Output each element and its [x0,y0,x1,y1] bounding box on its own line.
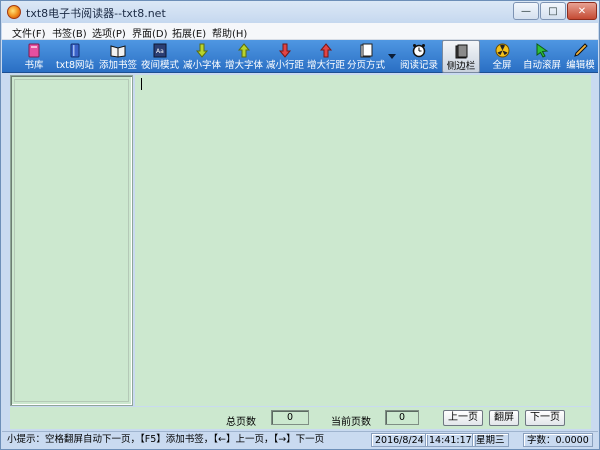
toolbar: 书库 txt8网站 添加书签 Aa 夜间模式 减小字体 增大字体 减小行距 增大 [2,40,598,73]
sidebar-toggle-label: 侧边栏 [446,61,476,72]
website-button[interactable]: txt8网站 [54,40,96,73]
close-icon: ✕ [577,5,587,17]
current-page-label: 当前页数 [331,417,371,428]
app-logo-icon [7,5,21,19]
decrease-font-label: 减小字体 [182,60,221,71]
maximize-icon: □ [548,5,558,17]
close-button[interactable]: ✕ [567,2,597,20]
status-time: 14:41:17 [425,433,476,447]
decrease-spacing-icon [277,42,293,59]
fullscreen-button[interactable]: 全屏 [487,40,517,73]
books-icon [26,42,42,59]
increase-font-icon [236,42,252,59]
library-label: 书库 [24,60,44,71]
svg-text:Aa: Aa [156,48,164,55]
auto-scroll-icon [534,42,550,59]
edit-pen-icon [573,42,589,59]
auto-scroll-label: 自动滚屏 [522,60,561,71]
menu-help[interactable]: 帮助(H) [212,25,247,40]
increase-spacing-icon [318,42,334,59]
current-page-value: 0 [385,410,419,425]
fullscreen-label: 全屏 [492,60,512,71]
add-bookmark-button[interactable]: 添加书签 [98,40,138,73]
paging-dropdown-icon[interactable] [388,54,396,59]
website-icon [67,42,83,59]
sidebar-icon [453,43,469,60]
reading-history-button[interactable]: 阅读记录 [399,40,439,73]
status-char-count: 字数：0.0000 [523,433,593,447]
flip-screen-button[interactable]: 翻屏 [489,410,519,426]
paging-mode-button[interactable]: 分页方式 [346,40,386,73]
increase-spacing-button[interactable]: 增大行距 [306,40,346,73]
decrease-font-icon [194,42,210,59]
menu-extend[interactable]: 拓展(E) [172,25,206,40]
menu-file[interactable]: 文件(F) [12,25,46,40]
decrease-spacing-label: 减小行距 [265,60,304,71]
increase-font-button[interactable]: 增大字体 [224,40,264,73]
minimize-button[interactable]: — [513,2,539,20]
total-pages-value: 0 [271,410,309,425]
status-tip: 小提示：空格翻屏自动下一页，【F5】添加书签，【←】上一页，【→】下一页 [7,434,325,445]
paging-icon [358,42,374,59]
sidebar-panel[interactable] [10,75,133,406]
total-pages-label: 总页数 [226,417,256,428]
decrease-spacing-button[interactable]: 减小行距 [265,40,305,73]
minimize-icon: — [521,5,531,17]
menu-bar: 文件(F) 书签(B) 选项(P) 界面(D) 拓展(E) 帮助(H) [2,23,598,40]
night-mode-label: 夜间模式 [140,60,179,71]
next-page-button[interactable]: 下一页 [525,410,565,426]
prev-page-button[interactable]: 上一页 [443,410,483,426]
text-caret [141,78,142,90]
increase-spacing-label: 增大行距 [306,60,345,71]
app-window: txt8电子书阅读器--txt8.net — □ ✕ 文件(F) 书签(B) 选… [0,0,600,450]
night-mode-icon: Aa [152,42,168,59]
menu-bookmark[interactable]: 书签(B) [52,25,87,40]
decrease-font-button[interactable]: 减小字体 [182,40,222,73]
increase-font-label: 增大字体 [224,60,263,71]
status-weekday: 星期三 [472,433,509,447]
add-bookmark-label: 添加书签 [98,60,137,71]
status-date: 2016/8/24 [371,433,428,447]
title-bar[interactable]: txt8电子书阅读器--txt8.net — □ ✕ [1,1,599,23]
edit-mode-label: 编辑模 [566,60,595,71]
fullscreen-icon [494,42,510,59]
library-button[interactable]: 书库 [16,40,52,73]
alarm-clock-icon [411,42,427,59]
bookmark-icon [110,42,126,59]
menu-options[interactable]: 选项(P) [92,25,126,40]
website-label: txt8网站 [55,60,95,71]
reading-area[interactable] [135,75,591,406]
paging-mode-label: 分页方式 [346,60,385,71]
edit-mode-button[interactable]: 编辑模 [564,40,597,73]
night-mode-button[interactable]: Aa 夜间模式 [140,40,180,73]
reading-history-label: 阅读记录 [399,60,438,71]
auto-scroll-button[interactable]: 自动滚屏 [522,40,562,73]
window-title: txt8电子书阅读器--txt8.net [26,7,166,20]
menu-interface[interactable]: 界面(D) [132,25,168,40]
maximize-button[interactable]: □ [540,2,566,20]
sidebar-toggle-button[interactable]: 侧边栏 [442,40,480,73]
sidebar-list[interactable] [14,79,129,402]
